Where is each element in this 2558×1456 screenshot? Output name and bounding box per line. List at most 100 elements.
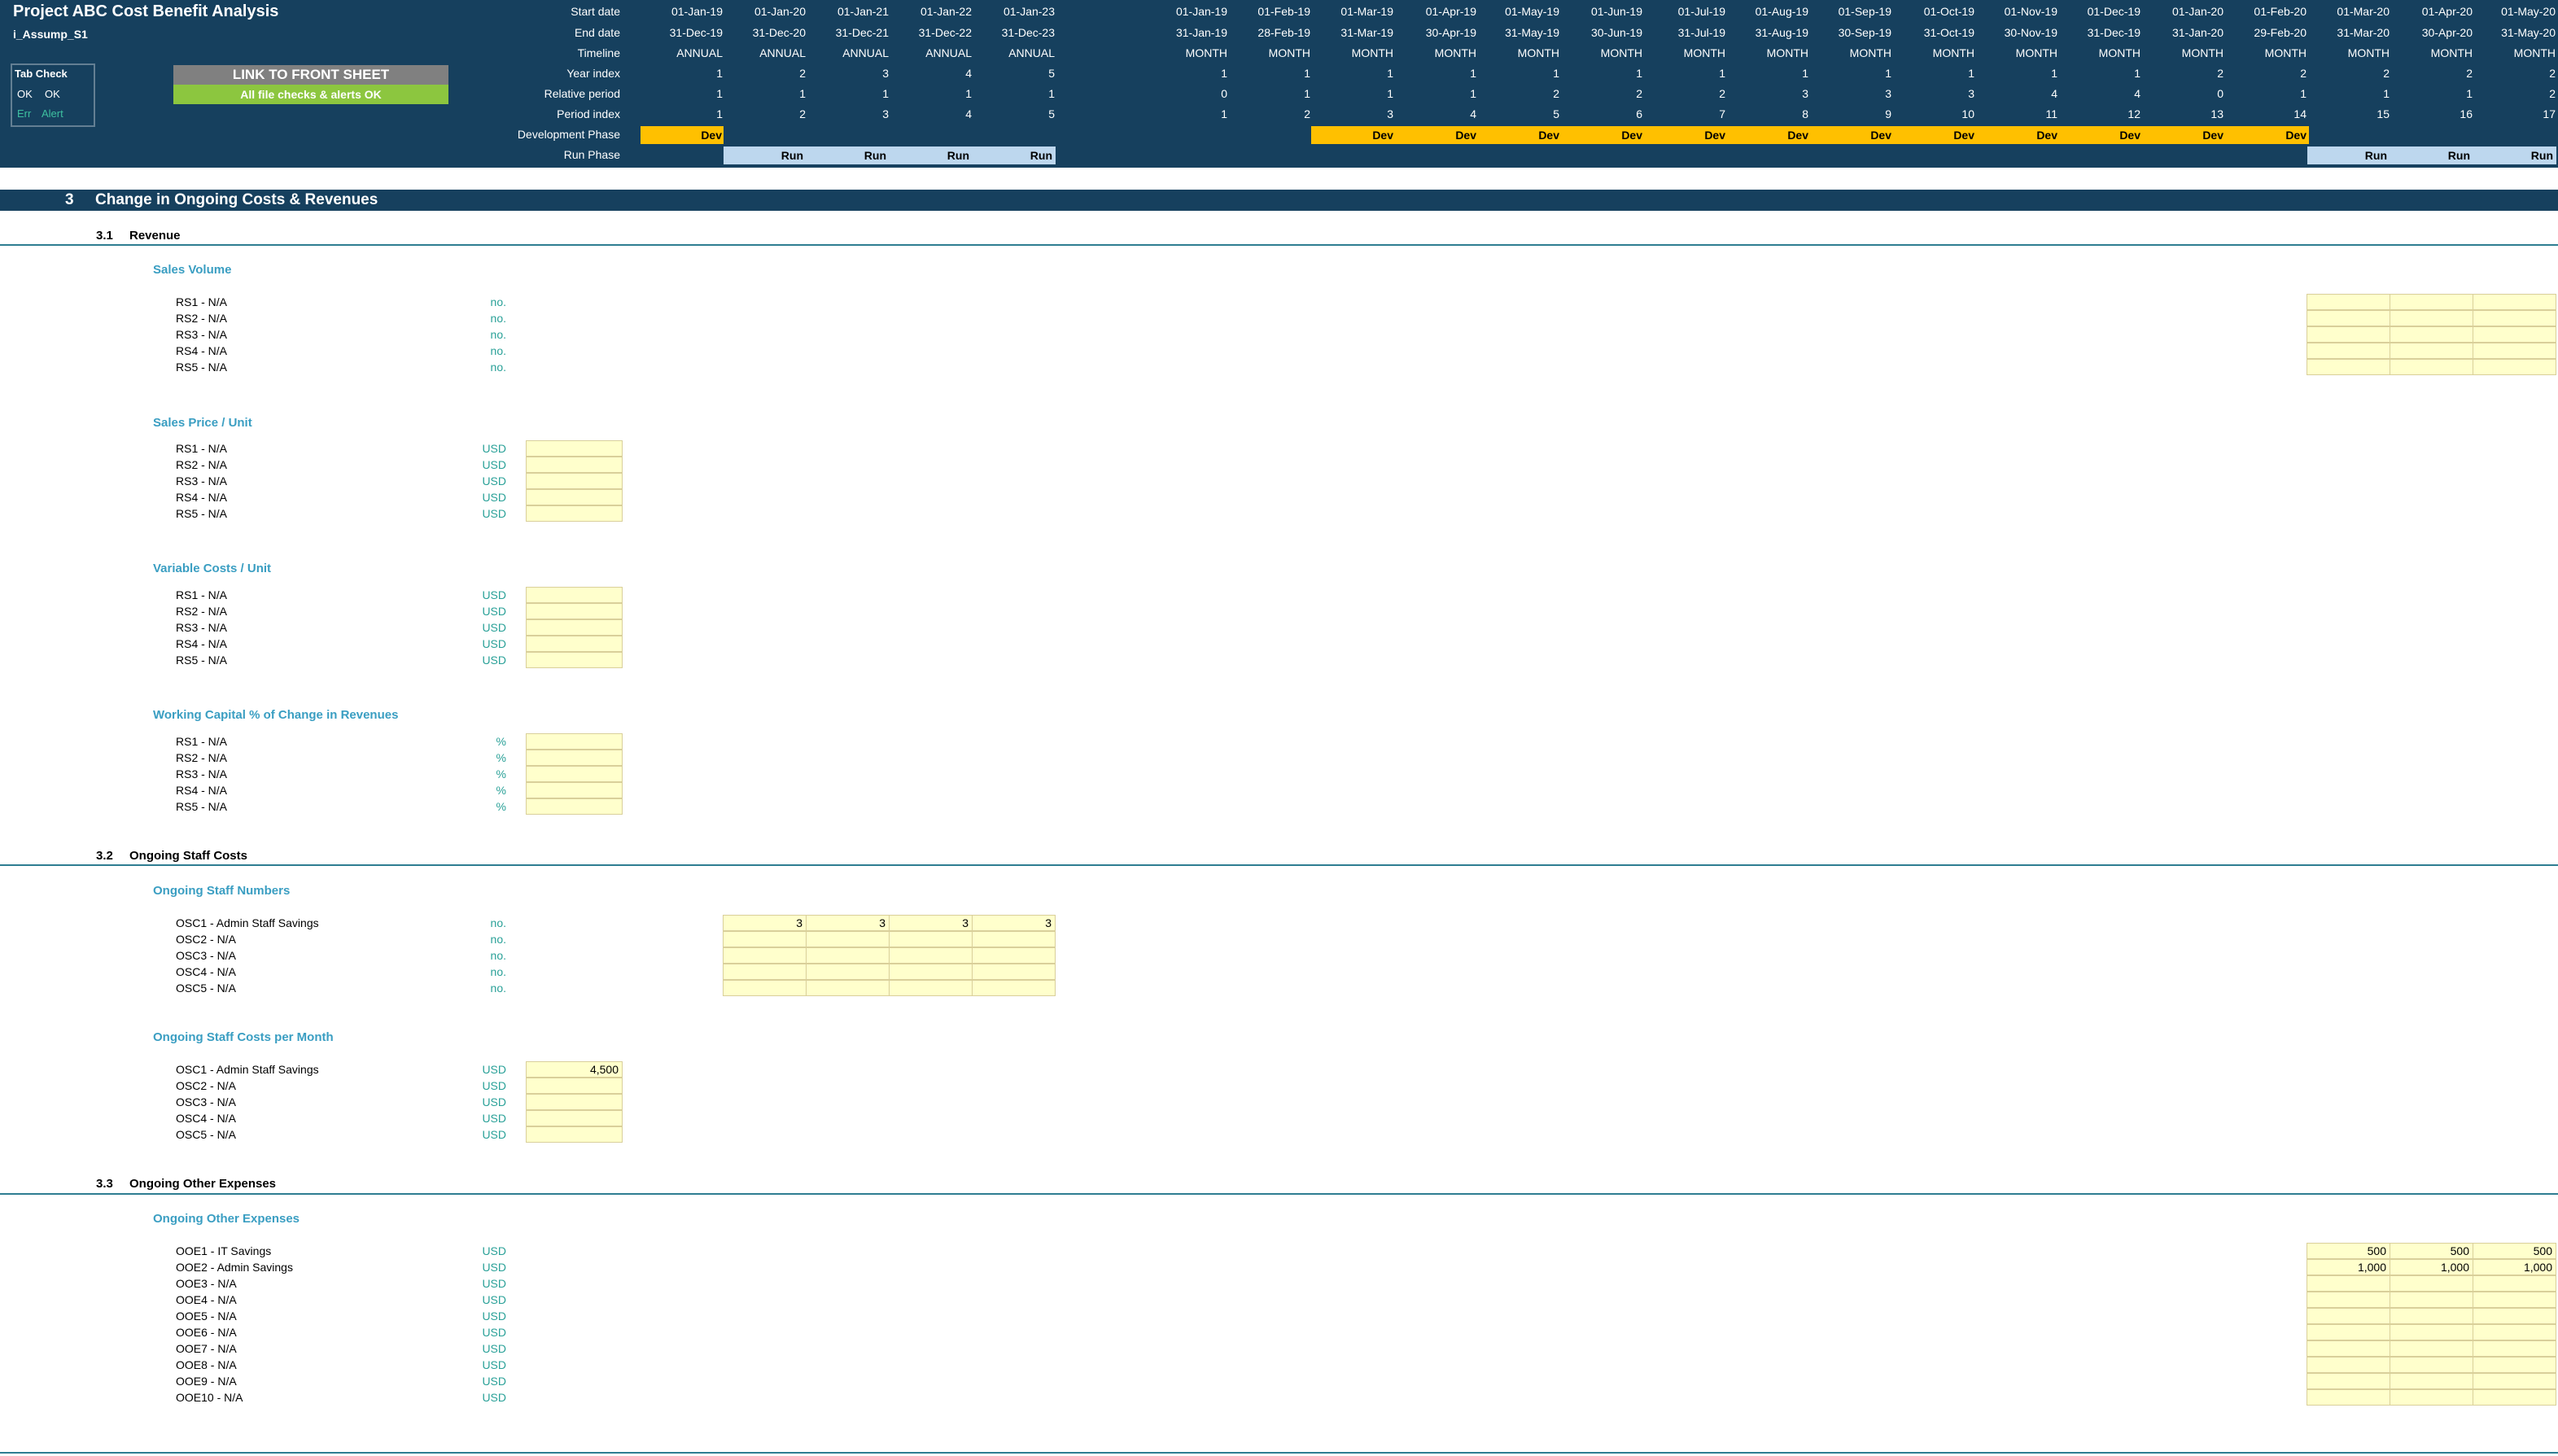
other-expense-input[interactable] <box>2307 1308 2390 1324</box>
sales-volume-input[interactable] <box>2390 359 2473 375</box>
variable-cost-input[interactable] <box>526 603 623 619</box>
staff-number-input[interactable] <box>723 947 807 964</box>
monthly-period-index-cell: 11 <box>2045 107 2057 120</box>
working-capital-input[interactable] <box>526 798 623 815</box>
sales-volume-input[interactable] <box>2390 343 2473 359</box>
subsection-title: Revenue <box>129 229 181 243</box>
staff-cost-input[interactable] <box>526 1126 623 1143</box>
sales-volume-input[interactable] <box>2473 359 2556 375</box>
sales-price-input[interactable] <box>526 473 623 489</box>
other-expense-input[interactable] <box>2390 1308 2473 1324</box>
other-expense-input[interactable] <box>2390 1324 2473 1340</box>
unit-label: no. <box>490 328 506 341</box>
staff-number-input[interactable] <box>972 931 1056 947</box>
other-expense-input[interactable] <box>2390 1275 2473 1292</box>
staff-number-input[interactable] <box>889 931 973 947</box>
other-expense-input[interactable] <box>2473 1373 2556 1389</box>
other-expense-input[interactable] <box>2473 1292 2556 1308</box>
other-expense-input[interactable] <box>2307 1275 2390 1292</box>
sales-volume-input[interactable] <box>2473 343 2556 359</box>
row-label: OSC4 - N/A <box>176 965 236 978</box>
link-to-front-sheet-button[interactable]: LINK TO FRONT SHEET <box>173 65 448 85</box>
other-expense-input[interactable] <box>2473 1357 2556 1373</box>
other-expense-input[interactable]: 1,000 <box>2473 1259 2556 1275</box>
row-label: OOE7 - N/A <box>176 1342 237 1355</box>
annual-relative-cell: 1 <box>716 87 723 100</box>
other-expense-input[interactable]: 500 <box>2473 1243 2556 1259</box>
staff-cost-input[interactable]: 4,500 <box>526 1061 623 1078</box>
staff-number-input[interactable] <box>972 964 1056 980</box>
sales-volume-input[interactable] <box>2390 310 2473 326</box>
sales-price-input[interactable] <box>526 457 623 473</box>
sales-volume-input[interactable] <box>2307 343 2390 359</box>
group-title: Ongoing Other Expenses <box>153 1212 300 1226</box>
staff-cost-input[interactable] <box>526 1094 623 1110</box>
sales-volume-input[interactable] <box>2390 326 2473 343</box>
monthly-start-cell: 01-Apr-19 <box>1425 5 1476 18</box>
staff-cost-input[interactable] <box>526 1078 623 1094</box>
other-expense-input[interactable]: 500 <box>2307 1243 2390 1259</box>
other-expense-input[interactable] <box>2473 1340 2556 1357</box>
row-label: OSC5 - N/A <box>176 1128 236 1141</box>
staff-number-input[interactable]: 3 <box>806 915 890 931</box>
other-expense-input[interactable] <box>2390 1373 2473 1389</box>
staff-number-input[interactable] <box>889 964 973 980</box>
variable-cost-input[interactable] <box>526 619 623 636</box>
other-expense-input[interactable] <box>2390 1357 2473 1373</box>
working-capital-input[interactable] <box>526 766 623 782</box>
other-expense-input[interactable] <box>2307 1292 2390 1308</box>
staff-number-input[interactable] <box>806 931 890 947</box>
annual-timeline-cell: ANNUAL <box>676 46 723 59</box>
staff-number-input[interactable] <box>889 947 973 964</box>
staff-number-input[interactable] <box>806 980 890 996</box>
sales-price-input[interactable] <box>526 489 623 505</box>
other-expense-input[interactable] <box>2473 1324 2556 1340</box>
staff-number-input[interactable] <box>723 980 807 996</box>
sales-price-input[interactable] <box>526 440 623 457</box>
variable-cost-input[interactable] <box>526 587 623 603</box>
sales-volume-input[interactable] <box>2307 310 2390 326</box>
other-expense-input[interactable] <box>2390 1389 2473 1406</box>
working-capital-input[interactable] <box>526 733 623 750</box>
staff-cost-input[interactable] <box>526 1110 623 1126</box>
sales-volume-input[interactable] <box>2473 294 2556 310</box>
other-expense-input[interactable] <box>2473 1389 2556 1406</box>
monthly-start-cell: 01-May-19 <box>1505 5 1559 18</box>
staff-number-input[interactable] <box>723 931 807 947</box>
staff-number-input[interactable]: 3 <box>723 915 807 931</box>
other-expense-input[interactable]: 1,000 <box>2307 1259 2390 1275</box>
other-expense-input[interactable] <box>2390 1292 2473 1308</box>
staff-number-input[interactable]: 3 <box>889 915 973 931</box>
staff-number-input[interactable] <box>889 980 973 996</box>
sales-volume-input[interactable] <box>2473 326 2556 343</box>
sales-volume-input[interactable] <box>2307 326 2390 343</box>
other-expense-input[interactable] <box>2307 1340 2390 1357</box>
staff-number-input[interactable] <box>806 964 890 980</box>
monthly-end-cell: 30-Jun-19 <box>1590 26 1642 39</box>
sales-volume-input[interactable] <box>2307 294 2390 310</box>
other-expense-input[interactable] <box>2307 1373 2390 1389</box>
other-expense-input[interactable] <box>2307 1389 2390 1406</box>
other-expense-input[interactable]: 500 <box>2390 1243 2473 1259</box>
staff-number-input[interactable] <box>972 947 1056 964</box>
monthly-end-cell: 28-Feb-19 <box>1257 26 1310 39</box>
sales-volume-input[interactable] <box>2390 294 2473 310</box>
working-capital-input[interactable] <box>526 750 623 766</box>
variable-cost-input[interactable] <box>526 652 623 668</box>
sales-volume-input[interactable] <box>2307 359 2390 375</box>
other-expense-input[interactable] <box>2307 1324 2390 1340</box>
variable-cost-input[interactable] <box>526 636 623 652</box>
other-expense-input[interactable] <box>2307 1357 2390 1373</box>
other-expense-input[interactable] <box>2473 1308 2556 1324</box>
sales-price-input[interactable] <box>526 505 623 522</box>
staff-number-input[interactable]: 3 <box>972 915 1056 931</box>
other-expense-input[interactable] <box>2473 1275 2556 1292</box>
staff-number-input[interactable] <box>723 964 807 980</box>
row-label: OSC1 - Admin Staff Savings <box>176 916 319 929</box>
working-capital-input[interactable] <box>526 782 623 798</box>
staff-number-input[interactable] <box>972 980 1056 996</box>
other-expense-input[interactable] <box>2390 1340 2473 1357</box>
other-expense-input[interactable]: 1,000 <box>2390 1259 2473 1275</box>
staff-number-input[interactable] <box>806 947 890 964</box>
sales-volume-input[interactable] <box>2473 310 2556 326</box>
